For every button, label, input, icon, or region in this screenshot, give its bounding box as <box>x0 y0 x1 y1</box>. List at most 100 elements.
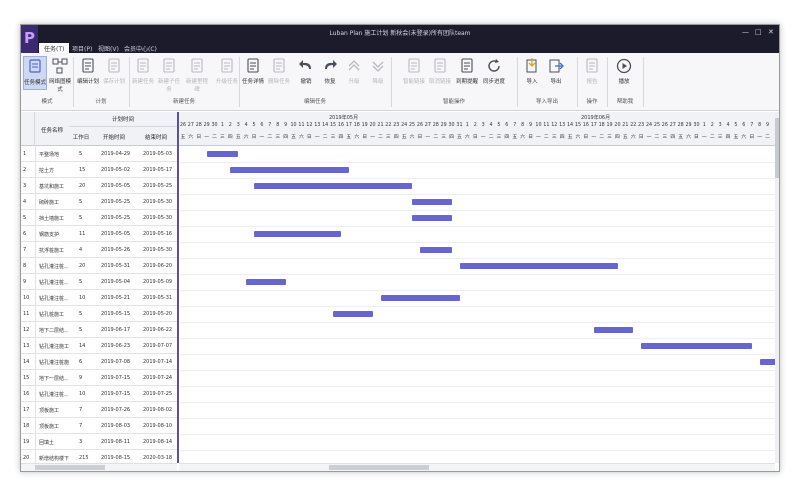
delete-button[interactable]: 删除任务 <box>268 56 290 90</box>
milestone-button[interactable]: 新建里程碑 <box>184 56 210 93</box>
vertical-scroll-thumb[interactable] <box>775 118 779 178</box>
report-button[interactable]: 报告 <box>583 56 601 90</box>
table-row[interactable]: 9 钻孔灌注桩... 5 2019-05-04 2019-05-09 <box>21 274 177 290</box>
table-row[interactable]: 10 钻孔灌注桩... 10 2019-05-21 2019-05-31 <box>21 290 177 306</box>
row-number-divider <box>35 290 36 306</box>
edit-plan-button[interactable]: 编辑计划 <box>77 56 99 90</box>
gantt-task-bar[interactable] <box>593 327 634 333</box>
gantt-task-bar[interactable] <box>459 263 618 269</box>
ribbon-button-label: 取消链接 <box>429 79 452 85</box>
upgrade-button[interactable]: 升级任务 <box>216 56 238 90</box>
col-end[interactable]: 结束时间 <box>135 133 177 141</box>
table-row[interactable]: 8 钻孔灌注桩... 20 2019-05-31 2019-06-20 <box>21 258 177 274</box>
task-name-cell: 地下一层结... <box>39 376 69 382</box>
table-row[interactable]: 17 顶板施工 7 2019-07-26 2019-08-02 <box>21 402 177 418</box>
table-row[interactable]: 20 新增结构楼下 215 2019-08-15 2020-03-18 <box>21 450 177 463</box>
duration-cell: 5 <box>79 311 83 317</box>
minimize-icon[interactable]: — <box>742 28 749 36</box>
grid-scroll-thumb[interactable] <box>35 465 105 470</box>
end-date-cell: 2019-05-25 <box>143 183 173 189</box>
task-name-cell: 基坑和施工 <box>39 184 65 190</box>
gantt-task-bar[interactable] <box>254 183 413 189</box>
gantt-task-bar[interactable] <box>412 215 452 221</box>
menu-member-center[interactable]: 会员中心(C) <box>119 43 162 53</box>
weekday-label: 五 <box>678 135 684 140</box>
table-row[interactable]: 14 钻孔灌注桩施工 6 2019-07-08 2019-07-14 <box>21 354 177 370</box>
day-number-label: 7 <box>513 123 517 128</box>
redo-button[interactable]: 恢复 <box>321 56 339 90</box>
task-name-cell: 钢筋支护 <box>39 232 60 238</box>
chart-scroll-thumb[interactable] <box>329 465 429 470</box>
start-date-cell: 2019-07-26 <box>101 407 131 413</box>
table-row[interactable]: 19 回填土 3 2019-08-11 2019-08-14 <box>21 434 177 450</box>
row-gridline <box>179 290 775 291</box>
gantt-task-bar[interactable] <box>254 231 341 237</box>
gantt-task-bar[interactable] <box>333 311 373 317</box>
new-task-button[interactable]: 新建任务 <box>132 56 154 90</box>
col-duration[interactable]: 工作日 <box>69 133 93 141</box>
sync-icon <box>483 57 505 75</box>
close-icon[interactable]: ✕ <box>768 28 774 36</box>
col-task-name[interactable]: 任务名称 <box>35 126 69 134</box>
save-plan-button[interactable]: 保存计划 <box>103 56 125 90</box>
gantt-task-bar[interactable] <box>759 359 775 365</box>
day-number-label: 8 <box>276 123 280 128</box>
unlink-button[interactable]: 取消链接 <box>429 56 451 90</box>
gantt-task-bar[interactable] <box>230 167 349 173</box>
task-mode-button[interactable]: 任务模式 <box>23 56 47 90</box>
table-row[interactable]: 1 平整场地 5 2019-04-29 2019-05-03 <box>21 146 177 162</box>
row-number: 4 <box>23 199 27 205</box>
maximize-icon[interactable]: □ <box>755 28 762 36</box>
undo-button[interactable]: 撤销 <box>297 56 315 90</box>
details-button[interactable]: 任务详情 <box>241 56 265 90</box>
menu-task[interactable]: 任务(T) <box>39 43 70 53</box>
task-name-cell: 钻孔灌注桩施工 <box>39 360 69 366</box>
table-row[interactable]: 2 挖土方 15 2019-05-02 2019-05-17 <box>21 162 177 178</box>
ribbon-button-label: 网络图模式 <box>48 79 71 93</box>
col-start[interactable]: 开始时间 <box>93 133 135 141</box>
gantt-task-bar[interactable] <box>412 199 452 205</box>
table-row[interactable]: 3 基坑和施工 20 2019-05-05 2019-05-25 <box>21 178 177 194</box>
import-button[interactable]: 导入 <box>521 56 543 90</box>
day-number-label: 22 <box>630 123 637 128</box>
table-row[interactable]: 6 钢筋支护 11 2019-05-05 2019-05-16 <box>21 226 177 242</box>
table-row[interactable]: 18 顶板施工 7 2019-08-03 2019-08-10 <box>21 418 177 434</box>
vertical-scrollbar[interactable] <box>775 112 779 463</box>
day-number-label: 12 <box>306 123 313 128</box>
table-row[interactable]: 15 地下一层结... 9 2019-07-15 2019-07-24 <box>21 370 177 386</box>
grid-horizontal-scrollbar[interactable] <box>21 463 177 471</box>
end-date-cell: 2019-08-02 <box>143 407 173 413</box>
table-row[interactable]: 13 钻孔灌注施工 14 2019-06-23 2019-07-07 <box>21 338 177 354</box>
day-number-label: 10 <box>535 123 542 128</box>
sync-button[interactable]: 同步进度 <box>483 56 505 90</box>
reminder-button[interactable]: 到期提醒 <box>455 56 479 90</box>
ribbon-button-label: 报告 <box>586 79 598 85</box>
chart-horizontal-scrollbar[interactable] <box>179 463 775 471</box>
network-button[interactable]: 网络图模式 <box>48 56 72 93</box>
export-button[interactable]: 导出 <box>545 56 567 90</box>
table-row[interactable]: 12 地下二层结... 5 2019-06-17 2019-06-22 <box>21 322 177 338</box>
new-sub-button[interactable]: 新建子任务 <box>156 56 182 93</box>
network-icon <box>48 57 72 75</box>
down-button[interactable]: 降级 <box>369 56 387 90</box>
gantt-task-bar[interactable] <box>641 343 752 349</box>
day-number-label: 6 <box>260 123 264 128</box>
table-row[interactable]: 4 砌砖施工 5 2019-05-25 2019-05-30 <box>21 194 177 210</box>
table-row[interactable]: 11 钻孔桩施工 5 2019-05-15 2019-05-20 <box>21 306 177 322</box>
table-row[interactable]: 5 挡土墙施工 5 2019-05-25 2019-05-30 <box>21 210 177 226</box>
day-number-label: 29 <box>203 123 210 128</box>
gantt-task-bar[interactable] <box>420 247 452 253</box>
play-button[interactable]: 播放 <box>613 56 635 90</box>
table-row[interactable]: 16 钻孔灌注桩... 10 2019-07-15 2019-07-25 <box>21 386 177 402</box>
gantt-task-bar[interactable] <box>206 151 239 157</box>
link-button[interactable]: 智能链接 <box>403 56 425 90</box>
gantt-task-bar[interactable] <box>246 279 286 285</box>
weekday-label: 三 <box>441 135 447 140</box>
up-button[interactable]: 升级 <box>345 56 363 90</box>
table-row[interactable]: 7 抗浮桩施工 4 2019-05-26 2019-05-30 <box>21 242 177 258</box>
edit-plan-icon <box>77 57 99 75</box>
row-number: 18 <box>23 423 30 429</box>
gantt-task-bar[interactable] <box>380 295 460 301</box>
row-number-divider <box>35 386 36 402</box>
title-bar: Luban Plan 施工计划 新秋会(未登录)所有团队team — □ ✕ <box>21 25 779 42</box>
